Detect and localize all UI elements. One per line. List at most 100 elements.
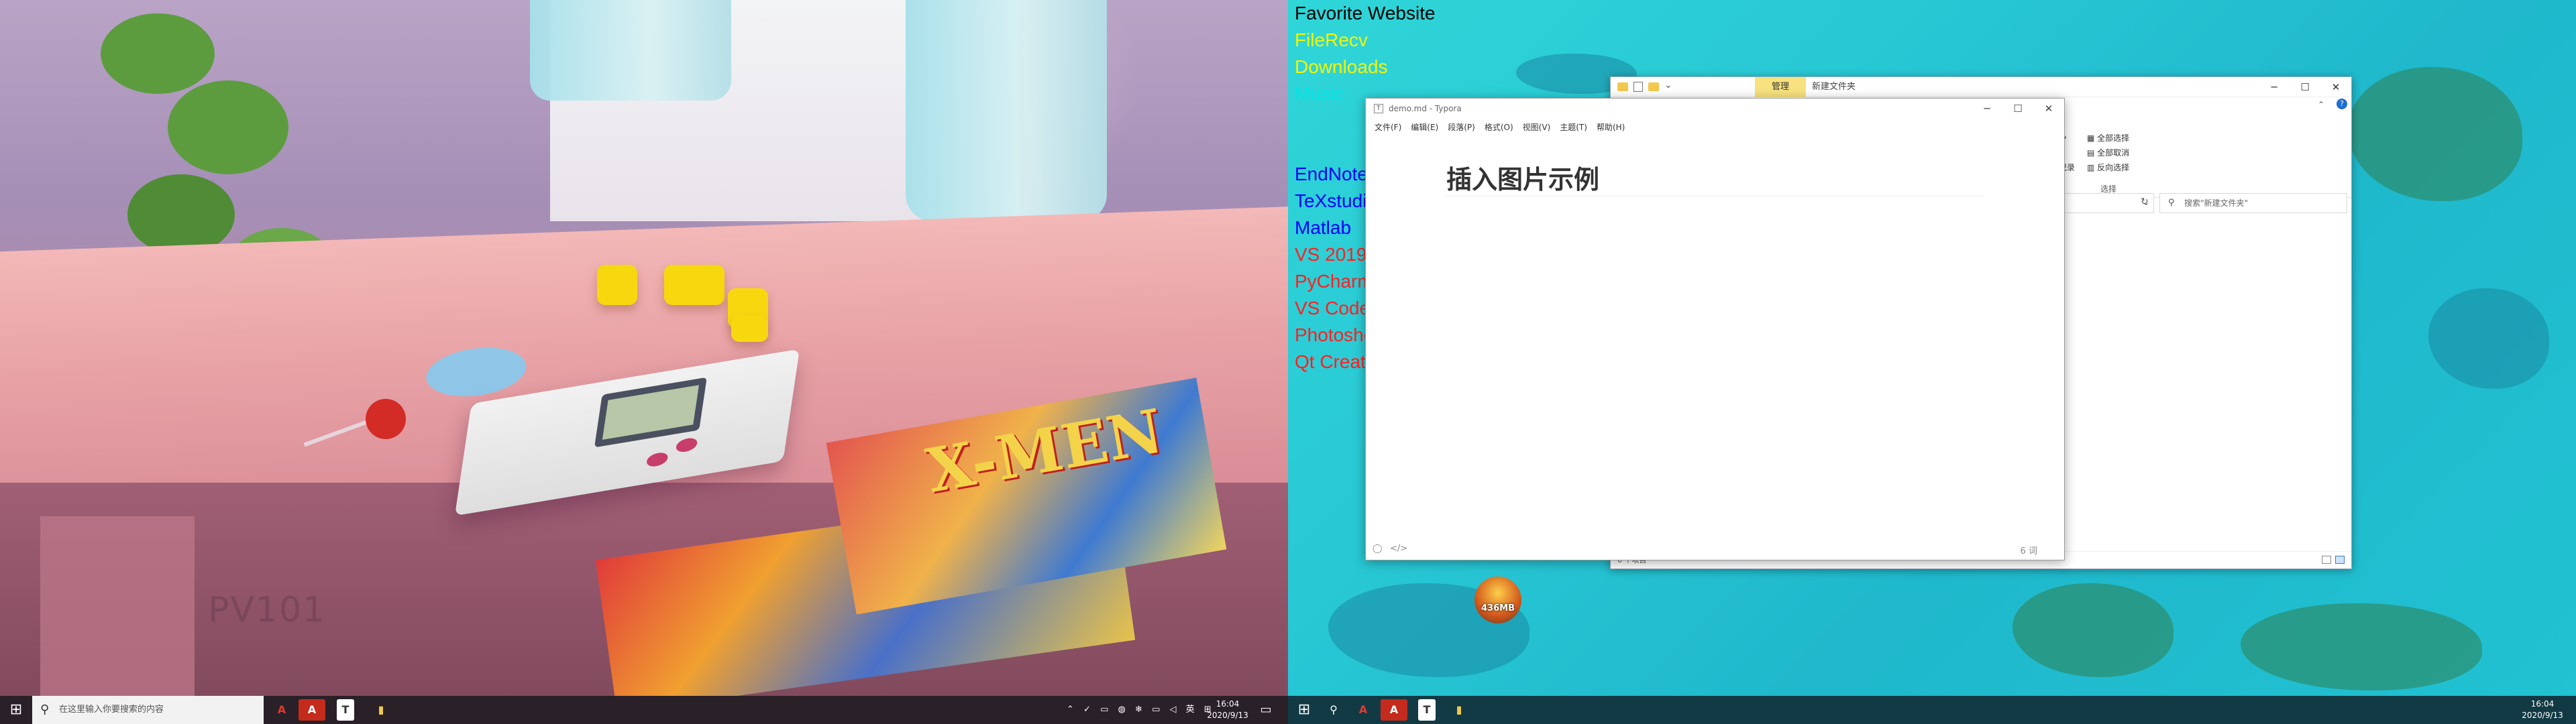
yellow-block xyxy=(731,315,768,342)
network-icon[interactable]: ▭ xyxy=(1100,705,1108,715)
explorer-title-bar[interactable]: ⌄ 管理 新建文件夹 ─ ☐ ✕ xyxy=(1611,77,2351,97)
taskbar-search-box[interactable]: ⚲ 在这里输入你要搜索的内容 xyxy=(32,696,264,724)
taskbar-clock[interactable]: 16:04 2020/9/13 xyxy=(2516,699,2569,721)
new-folder-icon[interactable] xyxy=(1648,82,1659,91)
close-icon[interactable]: ✕ xyxy=(2033,99,2064,119)
tab-manage[interactable]: 管理 xyxy=(1755,77,1806,97)
memory-monitor-widget[interactable]: 436MB xyxy=(1474,577,1521,623)
shortcut-favorite-website[interactable]: Favorite Website xyxy=(1295,0,1496,27)
menu-paragraph[interactable]: 段落(P) xyxy=(1443,119,1480,136)
wechat-icon[interactable]: ◍ xyxy=(1118,705,1126,715)
document-heading[interactable]: 插入图片示例 xyxy=(1446,163,1983,196)
right-monitor-wallpaper: Favorite Website FileRecv Downloads Musi… xyxy=(1288,0,2576,724)
desk-label: PV101 xyxy=(208,590,327,630)
volume-icon[interactable]: ◁ xyxy=(1170,705,1177,715)
maximize-icon[interactable]: ☐ xyxy=(2002,99,2033,119)
typora-taskbar-icon[interactable]: T xyxy=(337,699,354,721)
plant-leaf xyxy=(101,13,215,94)
island-shape xyxy=(2348,67,2522,201)
file-explorer-taskbar-icon[interactable]: ▮ xyxy=(1446,699,1472,721)
windows-start-icon[interactable]: ⊞ xyxy=(0,696,32,724)
memory-usage-label: 436MB xyxy=(1481,603,1515,613)
help-icon[interactable]: ? xyxy=(2337,99,2347,109)
acrobat-icon[interactable]: A xyxy=(1350,699,1377,721)
gameboy-screen xyxy=(594,377,707,448)
menu-file[interactable]: 文件(F) xyxy=(1370,119,1406,136)
outline-toggle-icon[interactable]: ◯ xyxy=(1373,544,1383,554)
yellow-block xyxy=(597,265,637,305)
select-none-button[interactable]: ▤ 全部取消 xyxy=(2087,147,2129,158)
gameboy-button xyxy=(645,451,669,469)
shortcut-filerecv[interactable]: FileRecv xyxy=(1295,27,1496,54)
select-all-button[interactable]: ▦ 全部选择 xyxy=(2087,132,2129,143)
lollipop xyxy=(366,399,406,439)
island-shape xyxy=(2428,288,2549,389)
clock-time: 16:04 xyxy=(1216,699,1240,709)
word-count[interactable]: 6 词 xyxy=(2021,544,2037,556)
typora-menu-bar: 文件(F) 编辑(E) 段落(P) 格式(O) 视图(V) 主题(T) 帮助(H… xyxy=(1366,119,2064,136)
curtain-right xyxy=(906,0,1107,221)
show-hidden-icons[interactable]: ⌃ xyxy=(1067,705,1074,715)
clock-date: 2020/9/13 xyxy=(2522,711,2563,720)
plant-leaf xyxy=(127,174,235,255)
large-icons-view-icon[interactable] xyxy=(2335,556,2345,564)
invert-select-label: 反向选择 xyxy=(2097,163,2130,172)
select-none-label: 全部取消 xyxy=(2097,148,2130,158)
plant-leaf xyxy=(168,80,288,174)
details-view-icon[interactable] xyxy=(2322,556,2331,564)
file-explorer-taskbar-icon[interactable]: ▮ xyxy=(368,699,394,721)
acrobat-icon[interactable]: A xyxy=(268,699,295,721)
clock-date: 2020/9/13 xyxy=(1207,711,1248,720)
pin-icon[interactable]: ⌄ xyxy=(1664,80,1672,90)
menu-edit[interactable]: 编辑(E) xyxy=(1406,119,1443,136)
source-code-icon[interactable]: </> xyxy=(1390,544,1407,554)
menu-format[interactable]: 格式(O) xyxy=(1480,119,1518,136)
shortcut-downloads[interactable]: Downloads xyxy=(1295,54,1496,80)
taskbar-clock[interactable]: 16:04 2020/9/13 xyxy=(1201,699,1254,721)
select-all-label: 全部选择 xyxy=(2097,133,2130,143)
ime-indicator[interactable]: 英 xyxy=(1186,705,1195,715)
search-icon: ⚲ xyxy=(2168,198,2175,208)
tray-app-icon[interactable]: ❄ xyxy=(1135,705,1142,715)
typora-editor[interactable]: 插入图片示例 xyxy=(1366,136,2064,538)
desk-leg xyxy=(40,516,195,724)
tray-app-icon[interactable]: ✓ xyxy=(1083,705,1091,715)
search-icon[interactable]: ⚲ xyxy=(1320,699,1347,721)
minimize-icon[interactable]: ─ xyxy=(1972,99,2002,119)
properties-icon[interactable] xyxy=(1633,82,1643,92)
pdf-reader-icon[interactable]: A xyxy=(1381,699,1407,721)
notification-icon[interactable]: ▭ xyxy=(1254,696,1277,724)
folder-icon xyxy=(1617,82,1628,91)
close-icon[interactable]: ✕ xyxy=(2320,77,2351,97)
search-icon: ⚲ xyxy=(40,703,50,717)
system-tray: ⌃ ✓ ▭ ◍ ❄ ▭ ◁ 英 ⊞ xyxy=(1067,696,1212,724)
windows-start-icon[interactable]: ⊞ xyxy=(1288,696,1320,724)
typora-window[interactable]: T demo.md - Typora ─ ☐ ✕ 文件(F) 编辑(E) 段落(… xyxy=(1365,98,2065,560)
search-placeholder: 搜索"新建文件夹" xyxy=(2184,198,2249,208)
maximize-icon[interactable]: ☐ xyxy=(2290,77,2320,97)
minimize-icon[interactable]: ─ xyxy=(2259,77,2290,97)
clock-time: 16:04 xyxy=(2530,699,2555,709)
menu-help[interactable]: 帮助(H) xyxy=(1592,119,1629,136)
typora-title: demo.md - Typora xyxy=(1389,104,1462,113)
battery-icon[interactable]: ▭ xyxy=(1152,705,1160,715)
left-monitor-wallpaper: PV101 X-MEN xyxy=(0,0,1288,724)
explorer-window-title: 新建文件夹 xyxy=(1812,82,1856,92)
explorer-search-input[interactable]: ⚲ 搜索"新建文件夹" xyxy=(2159,193,2347,213)
taskbar-right: ⊞ ⚲ A A T ▮ 16:04 2020/9/13 xyxy=(1288,696,2576,724)
ribbon-collapse-icon[interactable]: ⌃ xyxy=(2318,100,2324,109)
typora-status-bar: ◯ </> 6 词 xyxy=(1366,538,2064,560)
menu-view[interactable]: 视图(V) xyxy=(1518,119,1556,136)
island-shape xyxy=(2241,603,2482,690)
island-shape xyxy=(2012,583,2174,677)
invert-select-button[interactable]: ▥ 反向选择 xyxy=(2087,162,2129,173)
pdf-reader-icon[interactable]: A xyxy=(299,699,325,721)
gameboy-button xyxy=(675,436,698,454)
refresh-icon[interactable]: ↻ xyxy=(2141,196,2149,207)
typora-taskbar-icon[interactable]: T xyxy=(1418,699,1436,721)
yellow-block xyxy=(664,265,724,305)
dual-monitor-desktop: PV101 X-MEN Favorite Website FileRecv Do… xyxy=(0,0,2576,724)
curtain-left xyxy=(530,0,731,101)
menu-theme[interactable]: 主题(T) xyxy=(1555,119,1592,136)
taskbar-left: ⊞ ⚲ 在这里输入你要搜索的内容 A A T ▮ ⌃ ✓ ▭ ◍ ❄ ▭ ◁ 英… xyxy=(0,696,1288,724)
